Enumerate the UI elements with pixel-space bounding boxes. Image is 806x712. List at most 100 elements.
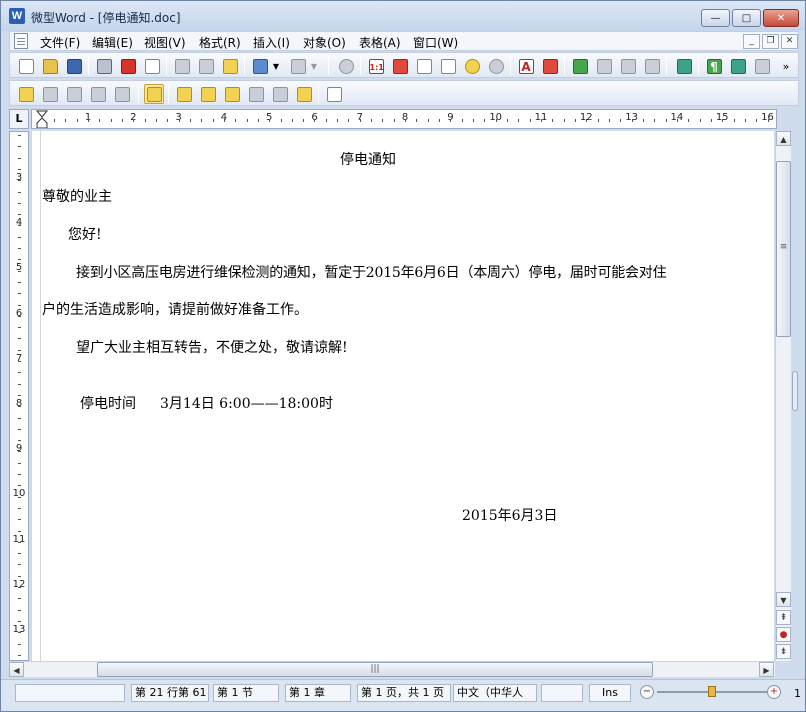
undo-dropdown-icon[interactable]: ▼ [270, 56, 282, 76]
save-icon[interactable] [64, 56, 84, 76]
ruler-tick [18, 293, 21, 294]
accept-change-icon[interactable] [174, 84, 194, 104]
shadow-icon[interactable] [618, 56, 638, 76]
vertical-ruler[interactable]: 3 4 5 6 7 8 9 10 11 12 13 [9, 131, 29, 661]
format-painter-icon[interactable] [540, 56, 560, 76]
spell-check-icon[interactable] [570, 56, 590, 76]
protect-document-icon[interactable] [324, 84, 344, 104]
paragraph-mark-icon[interactable]: ¶ [704, 56, 724, 76]
side-panel-handle[interactable] [792, 371, 798, 411]
menu-edit[interactable]: 编辑(E) [92, 34, 133, 51]
paste-icon[interactable] [220, 56, 240, 76]
indent-marker-icon[interactable] [36, 110, 48, 129]
redo-dropdown-icon[interactable]: ▼ [308, 56, 320, 76]
zoom-out-button[interactable]: − [640, 685, 654, 699]
zoom-percent-icon[interactable] [486, 56, 506, 76]
mdi-restore-button[interactable]: ❐ [762, 34, 779, 49]
redo-icon[interactable] [288, 56, 308, 76]
next-page-button[interactable]: ⇟ [776, 644, 791, 659]
font-color-icon[interactable]: A [516, 56, 536, 76]
prev-comment-icon[interactable] [88, 84, 108, 104]
menu-view[interactable]: 视图(V) [144, 34, 186, 51]
menu-window[interactable]: 窗口(W) [413, 34, 458, 51]
print-preview-icon[interactable] [142, 56, 162, 76]
ruler-tick [18, 598, 21, 599]
ruler-tick [700, 119, 701, 122]
review-pane-icon[interactable] [294, 84, 314, 104]
two-page-icon[interactable] [438, 56, 458, 76]
scroll-right-button[interactable]: ▶ [759, 662, 774, 677]
actual-size-icon[interactable]: 1:1 [366, 56, 386, 76]
delete-comment-icon[interactable] [64, 84, 84, 104]
mdi-minimize-button[interactable]: _ [743, 34, 760, 49]
zoom-icon[interactable] [462, 56, 482, 76]
copy-icon[interactable] [196, 56, 216, 76]
ruler-tick [18, 497, 21, 498]
pdf-export-icon[interactable] [118, 56, 138, 76]
layer-icon[interactable] [752, 56, 772, 76]
cut-icon[interactable] [172, 56, 192, 76]
ruler-number: 7 [15, 352, 23, 364]
column-icon[interactable] [594, 56, 614, 76]
body-paragraph-line-1: 接到小区高压电房进行维保检测的通知，暂定于2015年6月6日（本周六）停电，届时… [76, 265, 667, 281]
reject-all-icon[interactable] [270, 84, 290, 104]
ruler-tick [18, 418, 21, 419]
reject-change-icon[interactable] [198, 84, 218, 104]
maximize-button[interactable]: □ [732, 9, 761, 27]
menu-object[interactable]: 对象(O) [303, 34, 346, 51]
border-icon[interactable] [642, 56, 662, 76]
status-insert-mode[interactable]: Ins [589, 684, 631, 702]
open-folder-icon[interactable] [40, 56, 60, 76]
next-comment-icon[interactable] [112, 84, 132, 104]
horizontal-scroll-thumb[interactable]: ||| [97, 662, 653, 677]
close-button[interactable]: ✕ [763, 9, 799, 27]
accept-all-icon[interactable] [246, 84, 266, 104]
menu-insert[interactable]: 插入(I) [253, 34, 290, 51]
symbol-icon[interactable] [728, 56, 748, 76]
undo-icon[interactable] [250, 56, 270, 76]
word-app-icon[interactable]: W [9, 8, 25, 24]
horizontal-scrollbar[interactable]: ◀ ||| ▶ [9, 661, 775, 677]
highlight-icon[interactable] [222, 84, 242, 104]
scroll-up-button[interactable]: ▲ [776, 131, 791, 146]
ruler-tick [18, 158, 21, 159]
scroll-down-button[interactable]: ▼ [776, 592, 791, 607]
browse-object-button[interactable]: ● [776, 627, 791, 642]
vertical-scrollbar[interactable]: ▲ ≡ ▼ ⇞ ● ⇟ [775, 131, 791, 661]
document-menu-icon[interactable] [14, 33, 28, 49]
scroll-left-button[interactable]: ◀ [9, 662, 24, 677]
ruler-tick [620, 119, 621, 122]
ruler-tick [462, 119, 463, 122]
tab-stop-selector[interactable]: L [9, 109, 29, 129]
horizontal-ruler[interactable]: 1 2 3 4 5 6 7 8 9 10 11 12 13 14 15 16 [31, 109, 777, 129]
mdi-close-button[interactable]: ✕ [781, 34, 798, 49]
ruler-tick [18, 610, 21, 611]
split-icon[interactable] [674, 56, 694, 76]
vertical-scroll-thumb[interactable]: ≡ [776, 161, 791, 337]
minimize-button[interactable]: — [701, 9, 730, 27]
status-empty [541, 684, 583, 702]
menu-format[interactable]: 格式(R) [199, 34, 241, 51]
single-page-icon[interactable] [414, 56, 434, 76]
print-icon[interactable] [94, 56, 114, 76]
insert-comment-icon[interactable] [16, 84, 36, 104]
track-changes-icon[interactable] [144, 84, 164, 104]
menu-file[interactable]: 文件(F) [40, 34, 80, 51]
ruler-tick [484, 119, 485, 122]
edit-comment-icon[interactable] [40, 84, 60, 104]
ruler-tick [643, 119, 644, 122]
review-toolbar [9, 80, 799, 106]
ruler-tick [18, 350, 21, 351]
new-document-icon[interactable] [16, 56, 36, 76]
greeting: 您好! [68, 227, 102, 243]
menu-table[interactable]: 表格(A) [359, 34, 401, 51]
zoom-in-button[interactable]: + [767, 685, 781, 699]
zoom-slider-thumb[interactable] [708, 686, 716, 697]
document-page[interactable]: 停电通知 尊敬的业主 您好! 接到小区高压电房进行维保检测的通知，暂定于2015… [31, 131, 774, 661]
find-icon[interactable] [336, 56, 356, 76]
prev-page-button[interactable]: ⇞ [776, 610, 791, 625]
more-icon[interactable]: » [776, 56, 796, 76]
page-view-icon[interactable] [390, 56, 410, 76]
ruler-tick [18, 542, 21, 543]
outage-time-label: 停电时间 [80, 396, 136, 412]
